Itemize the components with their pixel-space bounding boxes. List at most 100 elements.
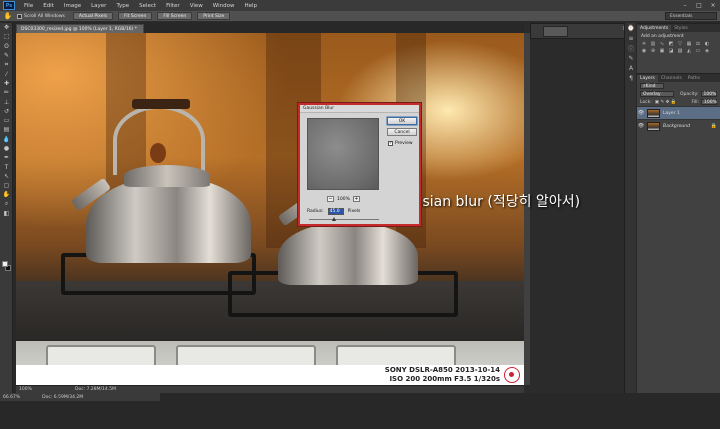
actual-pixels-button[interactable]: Actual Pixels bbox=[72, 12, 114, 20]
posterize-icon[interactable]: ▨ bbox=[676, 48, 684, 54]
preview-checkbox[interactable]: ✓ bbox=[388, 141, 393, 146]
radius-input[interactable]: 45.0 bbox=[327, 208, 344, 215]
lock-icons[interactable]: ▣ ✎ ✥ 🔒 bbox=[655, 100, 677, 105]
character-panel-icon[interactable]: A bbox=[625, 63, 637, 73]
eye-icon[interactable]: 👁 bbox=[637, 123, 645, 129]
zoom-in-button[interactable]: + bbox=[352, 196, 360, 202]
menu-select[interactable]: Select bbox=[134, 3, 161, 9]
blur-tool-icon[interactable]: 💧 bbox=[0, 135, 13, 144]
gradient-map-icon[interactable]: ▭ bbox=[694, 48, 702, 54]
menu-layer[interactable]: Layer bbox=[86, 3, 111, 9]
vibrance-icon[interactable]: ▽ bbox=[676, 41, 684, 47]
gradient-tool-icon[interactable]: ▤ bbox=[0, 125, 13, 134]
second-document-size-info[interactable]: Doc: 6.59M/34.2M bbox=[42, 395, 83, 400]
menu-image[interactable]: Image bbox=[59, 3, 86, 9]
crop-tool-icon[interactable]: ⌗ bbox=[0, 60, 13, 69]
options-bar: ✋ Scroll All Windows Actual Pixels Fit S… bbox=[0, 11, 720, 22]
fill-screen-button[interactable]: Fill Screen bbox=[157, 12, 193, 20]
info-panel-icon[interactable]: ⓘ bbox=[625, 43, 637, 53]
eraser-tool-icon[interactable]: ▭ bbox=[0, 116, 13, 125]
color-balance-icon[interactable]: ⚖ bbox=[694, 41, 702, 47]
preview-label: Preview bbox=[395, 141, 413, 146]
tab-paths[interactable]: Paths bbox=[685, 75, 703, 82]
floating-document-window[interactable]: × bbox=[530, 23, 630, 39]
menu-file[interactable]: File bbox=[19, 3, 38, 9]
photo-filter-icon[interactable]: ◉ bbox=[640, 48, 648, 54]
properties-panel-icon[interactable]: ≡ bbox=[625, 33, 637, 43]
foreground-color-swatch[interactable] bbox=[2, 261, 8, 267]
paragraph-panel-icon[interactable]: ¶ bbox=[625, 73, 637, 83]
eye-icon[interactable]: 👁 bbox=[637, 110, 645, 116]
opacity-input[interactable]: 100% bbox=[700, 91, 717, 97]
tab-adjustments[interactable]: Adjustments bbox=[637, 25, 672, 32]
second-document-zoom[interactable]: 66.67% bbox=[3, 395, 20, 400]
fill-input[interactable]: 100% bbox=[701, 99, 717, 105]
menu-window[interactable]: Window bbox=[208, 3, 240, 9]
document-canvas[interactable]: 6. gaussian blur (적당히 알아서) SONY DSLR-A85… bbox=[16, 33, 580, 385]
layer-row[interactable]: 👁 Layer 1 bbox=[637, 106, 720, 119]
blur-preview-pane[interactable] bbox=[307, 118, 379, 190]
color-lookup-icon[interactable]: ▣ bbox=[658, 48, 666, 54]
menu-filter[interactable]: Filter bbox=[161, 3, 185, 9]
menu-edit[interactable]: Edit bbox=[38, 3, 59, 9]
marquee-tool-icon[interactable]: ⬚ bbox=[0, 32, 13, 41]
dodge-tool-icon[interactable]: ● bbox=[0, 144, 13, 153]
lasso-tool-icon[interactable]: ʘ bbox=[0, 42, 13, 51]
document-zoom-value[interactable]: 100% bbox=[19, 387, 45, 392]
type-tool-icon[interactable]: T bbox=[0, 162, 13, 171]
threshold-icon[interactable]: ◭ bbox=[685, 48, 693, 54]
fit-screen-button[interactable]: Fit Screen bbox=[118, 12, 153, 20]
maximize-button[interactable]: □ bbox=[692, 1, 706, 10]
healing-brush-tool-icon[interactable]: ✚ bbox=[0, 79, 13, 88]
close-button[interactable]: × bbox=[706, 1, 720, 10]
blend-mode-select[interactable]: Overlay bbox=[640, 91, 674, 97]
move-tool-icon[interactable]: ✥ bbox=[0, 23, 13, 32]
shape-tool-icon[interactable]: ▢ bbox=[0, 181, 13, 190]
menu-help[interactable]: Help bbox=[239, 3, 262, 9]
selective-color-icon[interactable]: ◈ bbox=[703, 48, 711, 54]
preview-option[interactable]: ✓ Preview bbox=[388, 141, 413, 146]
tab-styles[interactable]: Styles bbox=[671, 25, 691, 32]
tab-layers[interactable]: Layers bbox=[637, 75, 658, 82]
zoom-tool-icon[interactable]: ⌕ bbox=[0, 200, 13, 209]
eyedropper-tool-icon[interactable]: ⁄ bbox=[0, 69, 13, 78]
quick-select-tool-icon[interactable]: ✎ bbox=[0, 51, 13, 60]
history-panel-icon[interactable]: ⌚ bbox=[625, 23, 637, 33]
channel-mixer-icon[interactable]: ⊕ bbox=[649, 48, 657, 54]
radius-slider-track[interactable] bbox=[309, 219, 379, 220]
curves-icon[interactable]: ∿ bbox=[658, 41, 666, 47]
floating-window-tab[interactable] bbox=[543, 26, 568, 37]
zoom-out-button[interactable]: − bbox=[327, 196, 334, 202]
workspace-select[interactable]: Essentials bbox=[665, 12, 717, 20]
hand-tool-panel-icon[interactable]: ✋ bbox=[0, 190, 13, 199]
default-colors-icon[interactable]: ◧ bbox=[0, 209, 13, 218]
print-size-button[interactable]: Print Size bbox=[197, 12, 231, 20]
brush-panel-icon[interactable]: ✎ bbox=[625, 53, 637, 63]
radius-slider-thumb[interactable] bbox=[332, 217, 336, 221]
cancel-button[interactable]: Cancel bbox=[387, 128, 417, 136]
brightness-icon[interactable]: ☀ bbox=[640, 41, 648, 47]
history-brush-tool-icon[interactable]: ↺ bbox=[0, 107, 13, 116]
invert-icon[interactable]: ◪ bbox=[667, 48, 675, 54]
ok-button[interactable]: OK bbox=[387, 117, 417, 125]
black-white-icon[interactable]: ◐ bbox=[703, 41, 711, 47]
exposure-icon[interactable]: ◩ bbox=[667, 41, 675, 47]
document-size-info[interactable]: Doc: 7.28M/14.5M bbox=[75, 387, 116, 392]
clone-stamp-tool-icon[interactable]: ⊥ bbox=[0, 97, 13, 106]
layer-kind-filter[interactable]: ⌕ Kind bbox=[640, 83, 664, 89]
menu-view[interactable]: View bbox=[185, 3, 208, 9]
tab-channels[interactable]: Channels bbox=[658, 75, 685, 82]
pen-tool-icon[interactable]: ✒ bbox=[0, 153, 13, 162]
scroll-all-windows-checkbox[interactable] bbox=[17, 13, 22, 19]
hue-saturation-icon[interactable]: ▦ bbox=[685, 41, 693, 47]
path-select-tool-icon[interactable]: ↖ bbox=[0, 172, 13, 181]
levels-icon[interactable]: ▥ bbox=[649, 41, 657, 47]
hand-tool-icon[interactable]: ✋ bbox=[3, 12, 13, 20]
layer-kind-label: Kind bbox=[645, 83, 656, 89]
document-tab[interactable]: DSC03300_resized.jpg @ 100% (Layer 1, RG… bbox=[16, 24, 145, 33]
layer-thumbnail bbox=[647, 108, 660, 118]
layer-row[interactable]: 👁 Background 🔒 bbox=[637, 119, 720, 132]
minimize-button[interactable]: – bbox=[678, 1, 692, 10]
brush-tool-icon[interactable]: ✏ bbox=[0, 88, 13, 97]
menu-type[interactable]: Type bbox=[111, 3, 134, 9]
